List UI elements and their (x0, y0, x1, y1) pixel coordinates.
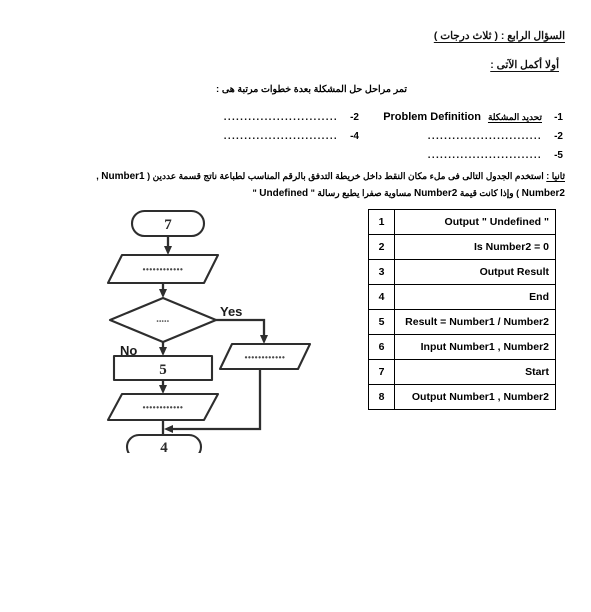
first-part-label: أولا أكمل الآتى : (490, 59, 559, 71)
output-shape-blank[interactable]: •••••••••••• (143, 403, 184, 412)
step-item: -2 ............................ (209, 108, 359, 127)
input-shape-blank[interactable]: •••••••••••• (143, 265, 184, 274)
row-index: 6 (368, 334, 395, 360)
step-item: -4 ............................ (209, 127, 359, 146)
worksheet-header: السؤال الرابع : ( ثلاث درجات ) أولا أكمل… (434, 26, 565, 75)
start-terminal-label: 7 (164, 217, 172, 233)
instruction-text-a: استخدم الجدول التالى فى ملء مكان النقط د… (147, 171, 544, 181)
step-arabic-text: تحديد المشكلة (487, 112, 542, 122)
instruction-keyword-undefined: Undefined (259, 188, 309, 199)
step-item: -1 تحديد المشكلة Problem Definition (363, 108, 563, 127)
table-row: 5 Result = Number1 / Number2 (368, 309, 556, 335)
table-row: 6 Input Number1 , Number2 (368, 334, 556, 360)
steps-left-column: -2 ............................ -4 .....… (209, 108, 359, 146)
row-index: 7 (368, 359, 395, 385)
decision-blank[interactable]: ••••• (156, 319, 169, 325)
row-value: Is Number2 = 0 (394, 234, 556, 260)
row-index: 4 (368, 284, 395, 310)
step-english-text: Problem Definition (383, 111, 481, 123)
table-row: 7 Start (368, 359, 556, 385)
arrowhead-icon (159, 289, 167, 298)
table-row: 4 End (368, 284, 556, 310)
process-box-label: 5 (159, 362, 167, 378)
row-value: Result = Number1 / Number2 (394, 309, 556, 335)
reference-table: 1 Output " Undefined " 2 Is Number2 = 0 … (368, 209, 556, 410)
arrowhead-icon (164, 246, 172, 255)
steps-right-column: -1 تحديد المشكلة Problem Definition -2 .… (363, 108, 563, 165)
step-item: -2 ............................ (363, 127, 563, 146)
instruction-label: ثانيا : (546, 171, 565, 181)
intro-sentence: تمر مراحل حل المشكلة بعدة خطوات مرتبة هى… (216, 84, 407, 95)
step-item: -5 ............................ (363, 146, 563, 165)
table-row: 1 Output " Undefined " (368, 209, 556, 235)
step-number: -4 (350, 131, 359, 142)
row-index: 5 (368, 309, 395, 335)
instruction-var-number2: Number2 (521, 188, 565, 199)
row-value: Output Number1 , Number2 (394, 384, 556, 410)
step-number: -2 (554, 131, 563, 142)
table-row: 2 Is Number2 = 0 (368, 234, 556, 260)
table-row: 3 Output Result (368, 259, 556, 285)
step-blank-line[interactable]: ............................ (224, 127, 338, 146)
instruction-text-b: ) وإذا كانت قيمة (459, 188, 520, 198)
arrowhead-icon (260, 335, 268, 344)
step-blank-line[interactable]: ............................ (224, 108, 338, 127)
row-value: Start (394, 359, 556, 385)
connector-yes-branch (216, 318, 266, 337)
row-value: Output " Undefined " (394, 209, 556, 235)
step-number: -2 (350, 112, 359, 123)
flowchart-diagram: 7 •••••••••••• ••••• Yes •••••••••••• No… (96, 203, 336, 461)
row-value: Input Number1 , Number2 (394, 334, 556, 360)
arrowhead-icon (159, 385, 167, 394)
end-terminal-label: 4 (160, 440, 168, 453)
arrowhead-icon (159, 347, 167, 356)
instruction-var-number1: Number1 (101, 171, 145, 182)
second-instruction-paragraph: ثانيا : استخدم الجدول التالى فى ملء مكان… (95, 168, 565, 202)
step-number: -5 (554, 150, 563, 161)
instruction-text-d: " (252, 188, 257, 198)
step-number: -1 (554, 112, 563, 123)
row-value: Output Result (394, 259, 556, 285)
branch-label-yes: Yes (220, 304, 242, 319)
table-row: 8 Output Number1 , Number2 (368, 384, 556, 410)
instruction-var-number2-second: Number2 (413, 188, 458, 199)
row-index: 3 (368, 259, 395, 285)
step-blank-line[interactable]: ............................ (428, 146, 542, 165)
row-index: 2 (368, 234, 395, 260)
instruction-text-c: مساوية صفرا يطبع رسالة " (310, 188, 412, 198)
arrowhead-icon (164, 425, 173, 433)
row-value: End (394, 284, 556, 310)
row-index: 1 (368, 209, 395, 235)
step-blank-line[interactable]: ............................ (428, 127, 542, 146)
right-output-blank[interactable]: •••••••••••• (245, 353, 286, 362)
row-index: 8 (368, 384, 395, 410)
question-title: السؤال الرابع : ( ثلاث درجات ) (433, 30, 565, 42)
instruction-comma: , (96, 171, 99, 181)
